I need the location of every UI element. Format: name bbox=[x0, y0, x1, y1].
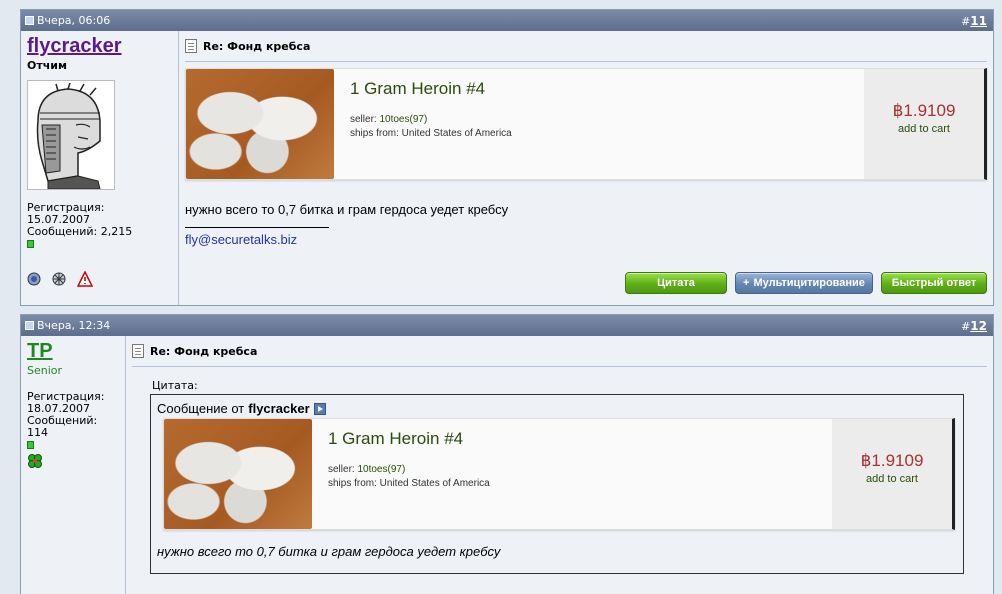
signature-link[interactable]: fly@securetalks.biz bbox=[185, 232, 297, 247]
quote-box: Сообщение от flycracker 1 Gram Heroin #4… bbox=[150, 394, 964, 574]
avatar-knight-image bbox=[28, 81, 114, 190]
post-actions: Цитата + Мультицитирование Быстрый ответ bbox=[625, 272, 987, 294]
avatar[interactable] bbox=[27, 80, 115, 190]
quoted-product-card: 1 Gram Heroin #4 seller: 10toes(97) ship… bbox=[163, 418, 955, 530]
username[interactable]: flycracker bbox=[27, 35, 122, 57]
online-status-icon[interactable] bbox=[27, 272, 41, 286]
product-seller: seller: 10toes(97) bbox=[328, 464, 406, 475]
gear-icon[interactable] bbox=[49, 271, 69, 287]
post-header: Вчера, 12:34 #12 bbox=[21, 315, 993, 336]
clover-icon[interactable] bbox=[27, 453, 43, 469]
user-title: Senior bbox=[27, 364, 63, 377]
signature-divider bbox=[185, 227, 329, 228]
view-post-arrow-icon[interactable] bbox=[313, 402, 326, 415]
quoted-username: flycracker bbox=[248, 401, 310, 416]
post-date-icon bbox=[25, 321, 34, 330]
post-number-link[interactable]: 11 bbox=[970, 14, 987, 28]
username[interactable]: TP bbox=[27, 340, 53, 362]
product-image[interactable] bbox=[186, 69, 334, 179]
product-name[interactable]: 1 Gram Heroin #4 bbox=[350, 79, 848, 99]
post-title: Re: Фонд кребса bbox=[185, 37, 987, 62]
multiquote-button[interactable]: + Мультицитирование bbox=[735, 272, 873, 294]
quote-text: нужно всего то 0,7 битка и грам гердоса … bbox=[157, 544, 501, 559]
price-box: ฿1.9109 add to cart bbox=[832, 419, 952, 529]
post-12: Вчера, 12:34 #12 TP Senior Регистрация: … bbox=[20, 314, 994, 594]
post-date: Вчера, 06:06 bbox=[25, 14, 110, 27]
post-number: #12 bbox=[961, 318, 987, 333]
message-area: Re: Фонд кребса Цитата: Сообщение от fly… bbox=[126, 336, 993, 594]
message-area: Re: Фонд кребса 1 Gram Heroin #4 seller:… bbox=[179, 31, 993, 305]
message-text: нужно всего то 0,7 битка и грам гердоса … bbox=[185, 202, 509, 217]
post-number-link[interactable]: 12 bbox=[970, 319, 987, 333]
add-to-cart-button[interactable]: add to cart bbox=[898, 123, 950, 135]
add-to-cart-button[interactable]: add to cart bbox=[866, 473, 918, 485]
user-stats: Регистрация: 18.07.2007 Сообщений: 114 bbox=[27, 391, 119, 472]
price-box: ฿1.9109 add to cart bbox=[864, 69, 984, 179]
post-11: Вчера, 06:06 #11 flycracker Отчим Регист… bbox=[20, 9, 994, 306]
user-info: TP Senior Регистрация: 18.07.2007 Сообще… bbox=[21, 336, 126, 594]
user-title: Отчим bbox=[27, 59, 67, 72]
user-stats: Регистрация: 15.07.2007 Сообщений: 2,215 bbox=[27, 202, 172, 251]
product-card: 1 Gram Heroin #4 seller: 10toes(97) ship… bbox=[185, 68, 987, 180]
seller-link[interactable]: 10toes(97) bbox=[379, 114, 427, 125]
seller-link[interactable]: 10toes(97) bbox=[357, 464, 405, 475]
post-date-icon bbox=[25, 16, 34, 25]
quote-from: Сообщение от flycracker bbox=[157, 401, 957, 416]
product-name[interactable]: 1 Gram Heroin #4 bbox=[328, 429, 816, 449]
post-header: Вчера, 06:06 #11 bbox=[21, 10, 993, 31]
report-warning-icon[interactable] bbox=[77, 271, 93, 287]
product-price: ฿1.9109 bbox=[860, 451, 924, 470]
quote-button[interactable]: Цитата bbox=[625, 272, 727, 294]
product-image[interactable] bbox=[164, 419, 312, 529]
plus-icon: + bbox=[743, 277, 750, 289]
reputation-icon bbox=[27, 441, 34, 449]
product-ships-from: ships from: United States of America bbox=[350, 128, 512, 139]
post-number: #11 bbox=[961, 13, 987, 28]
document-icon bbox=[185, 39, 197, 53]
post-title: Re: Фонд кребса bbox=[132, 342, 987, 367]
user-icons bbox=[27, 271, 172, 287]
product-ships-from: ships from: United States of America bbox=[328, 478, 490, 489]
user-info: flycracker Отчим Регистрация: 15.07.2007… bbox=[21, 31, 179, 305]
reputation-icon bbox=[27, 240, 34, 248]
product-price: ฿1.9109 bbox=[892, 101, 956, 120]
document-icon bbox=[132, 344, 144, 358]
product-seller: seller: 10toes(97) bbox=[350, 114, 428, 125]
quote-label: Цитата: bbox=[152, 379, 198, 392]
quick-reply-button[interactable]: Быстрый ответ bbox=[881, 272, 987, 294]
post-date: Вчера, 12:34 bbox=[25, 319, 110, 332]
